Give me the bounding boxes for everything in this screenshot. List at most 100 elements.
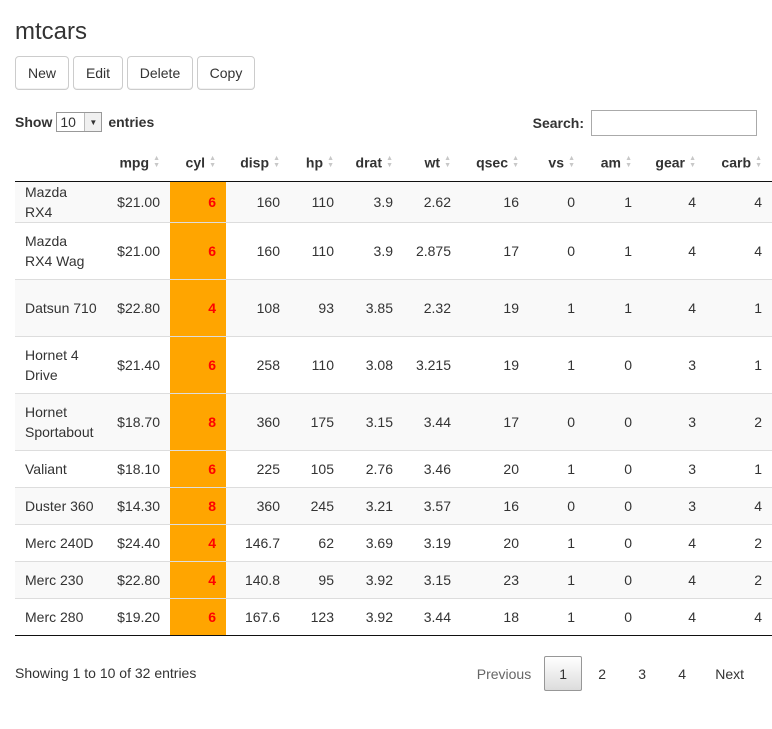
cell-vs: 0: [529, 221, 585, 279]
cell-cyl: 6: [170, 597, 226, 635]
cell-drat: 3.69: [344, 523, 403, 561]
cell-drat: 3.92: [344, 597, 403, 635]
cell-cyl: 4: [170, 560, 226, 598]
cell-am: 1: [585, 181, 642, 222]
header-cyl[interactable]: cyl ▲ ▼: [170, 142, 226, 182]
cell-name: Merc 240D: [15, 523, 107, 561]
header-hp[interactable]: hp ▲ ▼: [290, 142, 344, 182]
header-drat[interactable]: drat ▲ ▼: [344, 142, 403, 182]
cell-qsec: 16: [461, 486, 529, 524]
edit-button[interactable]: Edit: [73, 56, 123, 90]
cell-disp: 160: [226, 221, 290, 279]
page-2-button[interactable]: 2: [582, 656, 622, 691]
cell-cyl: 4: [170, 523, 226, 561]
header-label: drat: [355, 153, 382, 170]
cell-wt: 2.62: [403, 181, 461, 222]
cell-vs: 1: [529, 335, 585, 393]
cell-hp: 105: [290, 449, 344, 487]
table-row[interactable]: Duster 360 $14.30 8 360 245 3.21 3.57 16 0 0 3 4: [15, 486, 772, 524]
cell-cyl: 6: [170, 181, 226, 222]
cell-vs: 1: [529, 278, 585, 336]
cell-hp: 110: [290, 181, 344, 222]
cell-carb: 1: [706, 278, 772, 336]
cell-gear: 4: [642, 278, 706, 336]
table-row[interactable]: Mazda RX4 Wag $21.00 6 160 110 3.9 2.875 17 0 1 4 4: [15, 221, 772, 279]
cell-drat: 3.9: [344, 221, 403, 279]
table-row[interactable]: Mazda RX4 $21.00 6 160 110 3.9 2.62 16 0 1 4 4: [15, 181, 772, 222]
sort-both-icon: ▲ ▼: [327, 154, 334, 169]
cell-cyl: 8: [170, 486, 226, 524]
header-label: gear: [655, 153, 685, 170]
cell-hp: 110: [290, 221, 344, 279]
header-carb[interactable]: carb ▲ ▼: [706, 142, 772, 182]
table-row[interactable]: Merc 230 $22.80 4 140.8 95 3.92 3.15 23 1 0 4 2: [15, 560, 772, 598]
cell-name: Hornet Sportabout: [15, 392, 107, 450]
cell-qsec: 17: [461, 221, 529, 279]
cell-am: 0: [585, 597, 642, 635]
table-row[interactable]: Merc 280 $19.20 6 167.6 123 3.92 3.44 18 1 0 4 4: [15, 597, 772, 635]
table-row[interactable]: Datsun 710 $22.80 4 108 93 3.85 2.32 19 1 1 4 1: [15, 278, 772, 336]
sort-both-icon: ▲ ▼: [153, 154, 160, 169]
cell-drat: 3.21: [344, 486, 403, 524]
cell-qsec: 17: [461, 392, 529, 450]
toolbar: New Edit Delete Copy: [15, 56, 255, 90]
cell-qsec: 16: [461, 181, 529, 222]
cell-drat: 3.85: [344, 278, 403, 336]
cell-name: Hornet 4 Drive: [15, 335, 107, 393]
cell-disp: 360: [226, 486, 290, 524]
header-label: wt: [424, 153, 440, 170]
cell-carb: 4: [706, 486, 772, 524]
cell-name: Mazda RX4: [15, 181, 107, 222]
table-row[interactable]: Merc 240D $24.40 4 146.7 62 3.69 3.19 20 1 0 4 2: [15, 523, 772, 561]
cell-am: 1: [585, 278, 642, 336]
header-qsec[interactable]: qsec ▲ ▼: [461, 142, 529, 182]
cell-mpg: $21.40: [107, 335, 170, 393]
cell-hp: 95: [290, 560, 344, 598]
header-label: mpg: [119, 153, 149, 170]
header-vs[interactable]: vs ▲ ▼: [529, 142, 585, 182]
cell-hp: 175: [290, 392, 344, 450]
cell-mpg: $22.80: [107, 278, 170, 336]
cell-wt: 3.46: [403, 449, 461, 487]
header-mpg[interactable]: mpg ▲ ▼: [107, 142, 170, 182]
table-row[interactable]: Valiant $18.10 6 225 105 2.76 3.46 20 1 0 3 1: [15, 449, 772, 487]
header-wt[interactable]: wt ▲ ▼: [403, 142, 461, 182]
chevron-down-icon: ▼: [84, 113, 102, 131]
cell-gear: 4: [642, 181, 706, 222]
page-length-select[interactable]: 10 ▼: [56, 112, 103, 132]
pagination: Previous 1 2 3 4 Next: [464, 656, 757, 691]
new-button[interactable]: New: [15, 56, 69, 90]
cell-drat: 3.9: [344, 181, 403, 222]
header-label: cyl: [185, 153, 205, 170]
page-3-button[interactable]: 3: [622, 656, 662, 691]
page-4-button[interactable]: 4: [662, 656, 702, 691]
table-row[interactable]: Hornet 4 Drive $21.40 6 258 110 3.08 3.215 19 1 0…: [15, 335, 772, 393]
show-label: Show: [15, 114, 53, 130]
next-button[interactable]: Next: [702, 656, 757, 691]
cell-wt: 2.32: [403, 278, 461, 336]
header-am[interactable]: am ▲ ▼: [585, 142, 642, 182]
cell-qsec: 18: [461, 597, 529, 635]
sort-both-icon: ▲ ▼: [273, 154, 280, 169]
header-disp[interactable]: disp ▲ ▼: [226, 142, 290, 182]
cell-disp: 108: [226, 278, 290, 336]
header-gear[interactable]: gear ▲ ▼: [642, 142, 706, 182]
cell-gear: 4: [642, 560, 706, 598]
cell-mpg: $21.00: [107, 181, 170, 222]
cell-name: Mazda RX4 Wag: [15, 221, 107, 279]
copy-button[interactable]: Copy: [197, 56, 255, 90]
cell-mpg: $21.00: [107, 221, 170, 279]
cell-am: 0: [585, 486, 642, 524]
search-input[interactable]: [591, 110, 757, 136]
cell-gear: 4: [642, 523, 706, 561]
cell-carb: 1: [706, 335, 772, 393]
previous-button[interactable]: Previous: [464, 656, 544, 691]
cell-cyl: 4: [170, 278, 226, 336]
cell-qsec: 19: [461, 335, 529, 393]
cell-carb: 2: [706, 392, 772, 450]
cell-am: 0: [585, 392, 642, 450]
delete-button[interactable]: Delete: [127, 56, 193, 90]
sort-both-icon: ▲ ▼: [209, 154, 216, 169]
page-1-button[interactable]: 1: [544, 656, 583, 691]
table-row[interactable]: Hornet Sportabout $18.70 8 360 175 3.15 3.44 17…: [15, 392, 772, 450]
